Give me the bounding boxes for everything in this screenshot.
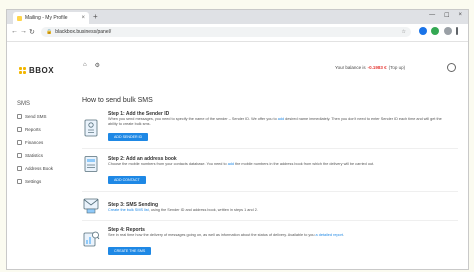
browser-tab[interactable]: Mailing - My Profile ×	[13, 12, 89, 24]
divider	[82, 148, 458, 149]
divider	[82, 220, 458, 221]
create-sms-button[interactable]: CREATE THE SMS	[108, 247, 152, 255]
sidebar-item-label: Finances	[25, 140, 44, 145]
page-title: How to send bulk SMS	[82, 97, 153, 104]
tab-bar: Mailing - My Profile × + — ☐ ×	[7, 10, 468, 24]
back-button[interactable]: ←	[11, 28, 18, 35]
sidebar-item-label: Reports	[25, 127, 41, 132]
reports-illustration-icon	[83, 231, 100, 247]
balance-label: Your balance is	[335, 65, 366, 70]
balance-amount: -0.1983 €	[367, 65, 387, 70]
bookmark-star-icon[interactable]: ☆	[402, 29, 406, 35]
logo-mark-icon	[19, 67, 26, 74]
stats-icon	[17, 153, 22, 158]
sidebar-item-label: Send SMS	[25, 114, 47, 119]
sidebar-item-address-book[interactable]: Address Book	[17, 166, 53, 171]
url-text: blackbox.business/panel/	[55, 29, 112, 35]
step-4-text: .	[343, 233, 345, 237]
page-content: BBOX ⌂ ⚙ Your balance is -0.1983 € (Top …	[7, 42, 468, 269]
add-sender-id-button[interactable]: ADD SENDER ID	[108, 133, 149, 141]
step-3-description: Create the bulk SMS list, using the Send…	[108, 208, 448, 213]
sidebar-item-label: Statistics	[25, 153, 44, 158]
sidebar-item-label: Settings	[25, 179, 42, 184]
lock-icon: 🔒	[46, 29, 53, 35]
browser-window: Mailing - My Profile × + — ☐ × ← → ↻ 🔒 b…	[6, 9, 469, 270]
profile-avatar-icon[interactable]	[444, 27, 452, 35]
step-4-text: See in real time how the delivery of mes…	[108, 233, 316, 237]
tab-title: Mailing - My Profile	[25, 15, 68, 21]
step-2-text: Choose the mobile numbers from your cont…	[108, 162, 228, 166]
gear-icon	[17, 179, 22, 184]
maximize-button[interactable]: ☐	[444, 12, 449, 19]
sidebar-item-finances[interactable]: Finances	[17, 140, 43, 145]
logo[interactable]: BBOX	[19, 66, 54, 75]
step-2-text: the mobile numbers in the address book f…	[234, 162, 375, 166]
send-icon	[17, 114, 22, 119]
sidebar-item-send-sms[interactable]: Send SMS	[17, 114, 47, 119]
sidebar-item-label: Address Book	[25, 166, 54, 171]
browser-menu-icon[interactable]	[456, 27, 458, 35]
sidebar-item-reports[interactable]: Reports	[17, 127, 41, 132]
settings-icon[interactable]: ⚙	[95, 62, 100, 69]
top-up-link[interactable]: (Top up)	[389, 65, 406, 70]
extension-icon[interactable]	[419, 27, 427, 35]
close-window-button[interactable]: ×	[458, 12, 462, 19]
tab-close-icon[interactable]: ×	[81, 15, 85, 21]
home-icon[interactable]: ⌂	[83, 62, 87, 69]
power-icon[interactable]	[447, 63, 456, 72]
forward-button[interactable]: →	[20, 28, 27, 35]
url-input[interactable]: 🔒 blackbox.business/panel/ ☆	[41, 27, 411, 37]
address-bar-row: ← → ↻ 🔒 blackbox.business/panel/ ☆	[7, 24, 468, 42]
new-tab-button[interactable]: +	[93, 12, 98, 22]
window-controls: — ☐ ×	[429, 12, 462, 19]
sms-sending-illustration-icon	[83, 198, 99, 214]
step-1-text: When you send messages, you need to spec…	[108, 117, 278, 121]
reload-button[interactable]: ↻	[29, 28, 35, 36]
step-3-text: , using the Sender ID and address book, …	[148, 208, 258, 212]
step-4-description: See in real time how the delivery of mes…	[108, 233, 448, 238]
top-nav-icons: ⌂ ⚙	[83, 62, 100, 69]
step-2-description: Choose the mobile numbers from your cont…	[108, 162, 448, 167]
address-book-illustration-icon	[84, 156, 98, 172]
sidebar-heading: SMS	[17, 101, 31, 107]
step-1-description: When you send messages, you need to spec…	[108, 117, 448, 127]
balance-info: Your balance is -0.1983 € (Top up)	[335, 65, 405, 70]
step-3-link[interactable]: Create the bulk SMS list	[108, 208, 149, 212]
book-icon	[17, 166, 22, 171]
step-4-link[interactable]: a detailed report	[316, 233, 343, 237]
sidebar-item-statistics[interactable]: Statistics	[17, 153, 43, 158]
finance-icon	[17, 140, 22, 145]
report-icon	[17, 127, 22, 132]
add-contact-button[interactable]: ADD CONTACT	[108, 176, 146, 184]
sidebar-item-settings[interactable]: Settings	[17, 179, 41, 184]
extension-icon[interactable]	[431, 27, 439, 35]
favicon-icon	[17, 15, 22, 21]
sender-id-illustration-icon	[84, 119, 98, 137]
divider	[82, 191, 458, 192]
logo-text: BBOX	[29, 66, 55, 75]
minimize-button[interactable]: —	[429, 12, 435, 19]
